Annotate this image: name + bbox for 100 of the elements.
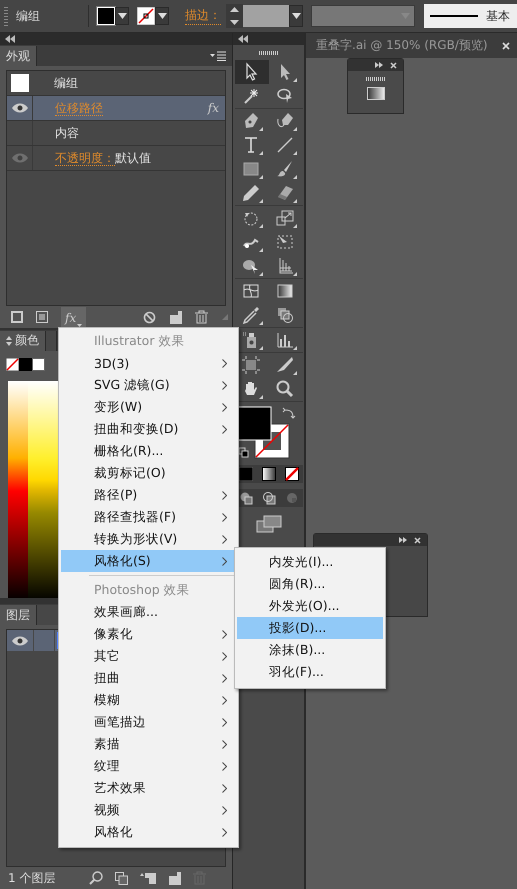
menu-item[interactable]: 扭曲: [61, 667, 238, 689]
close-icon[interactable]: [390, 62, 397, 68]
menu-item[interactable]: 模糊: [61, 689, 238, 711]
menu-item[interactable]: 扭曲和变换(D): [61, 418, 238, 440]
menu-item[interactable]: 转换为形状(V): [61, 528, 238, 550]
menu-item[interactable]: 素描: [61, 733, 238, 755]
menu-item[interactable]: 风格化: [61, 821, 238, 843]
chevron-icon: [222, 534, 227, 544]
line-icon: [430, 14, 478, 18]
color-mode-icon[interactable]: [238, 467, 252, 481]
stepper-icon[interactable]: [226, 4, 243, 28]
menu-item[interactable]: 其它: [61, 645, 238, 667]
fill-dropdown[interactable]: [115, 7, 129, 25]
chevron-icon: [222, 806, 227, 814]
appearance-tab[interactable]: 外观: [0, 46, 37, 66]
document-tab[interactable]: 重叠字.ai @ 150% (RGB/预览): [306, 33, 517, 58]
profile-dropdown[interactable]: [311, 5, 415, 27]
weight-dropdown[interactable]: [289, 5, 303, 27]
new-layer-icon[interactable]: [168, 872, 181, 884]
collapse-icon[interactable]: [238, 35, 248, 43]
chevron-icon: [222, 424, 227, 434]
expand-icon[interactable]: [375, 62, 383, 68]
menu-item[interactable]: 羽化(F)...: [237, 661, 383, 683]
menu-item[interactable]: 像素化: [61, 623, 238, 645]
appearance-label: 编组: [54, 74, 78, 92]
menu-item[interactable]: 外发光(O)...: [237, 595, 383, 617]
screen-mode-icon[interactable]: [256, 515, 282, 533]
add-stroke-icon[interactable]: [11, 311, 23, 323]
caret-icon: [158, 13, 166, 19]
chevron-icon: [222, 358, 227, 368]
menu-item[interactable]: 涂抹(B)...: [237, 639, 383, 661]
chevron-icon: [222, 630, 227, 638]
color-tab[interactable]: 颜色: [0, 330, 46, 351]
close-icon[interactable]: [502, 42, 510, 50]
menu-item[interactable]: 艺术效果: [61, 777, 238, 799]
gradient-icon[interactable]: [366, 87, 384, 100]
swatch-icons[interactable]: [6, 358, 46, 371]
menu-item[interactable]: 圆角(R)...: [237, 573, 383, 595]
stroke-dropdown[interactable]: [155, 7, 169, 25]
clear-icon[interactable]: [143, 310, 156, 324]
close-icon[interactable]: [414, 536, 421, 544]
chevron-icon: [222, 784, 227, 792]
search-icon[interactable]: [89, 871, 103, 885]
draw-normal-icon[interactable]: [238, 491, 252, 505]
menu-section-header: Photoshop 效果: [93, 581, 191, 599]
menu-item[interactable]: 视频: [61, 799, 238, 821]
chevron-icon: [222, 740, 227, 748]
panel-menu-icon[interactable]: [210, 51, 226, 61]
menu-item[interactable]: SVG 滤镜(G): [61, 374, 238, 396]
appearance-label: 内容: [55, 124, 79, 142]
caret-icon: [118, 13, 126, 19]
chevron-icon: [222, 402, 227, 412]
expand-icon[interactable]: [399, 537, 407, 543]
menu-section-header: Illustrator 效果: [93, 332, 186, 350]
duplicate-icon[interactable]: [169, 310, 182, 324]
chevron-icon: [222, 512, 227, 522]
layers-tab[interactable]: 图层: [0, 605, 37, 625]
menu-item[interactable]: 路径查找器(F): [61, 506, 238, 528]
grip-icon: [258, 50, 278, 54]
menu-item[interactable]: 栅格化(R)...: [61, 440, 238, 462]
color-spectrum[interactable]: [8, 380, 58, 598]
chevron-icon: [222, 762, 227, 770]
caret-icon: [292, 13, 300, 19]
stroke-style-dropdown[interactable]: 基本: [424, 4, 517, 28]
menu-item[interactable]: 效果画廊...: [61, 601, 238, 623]
new-sublayer-icon[interactable]: [140, 872, 156, 884]
gradient-mode-icon[interactable]: [262, 467, 276, 481]
selection-tool-icon[interactable]: [234, 60, 268, 84]
menu-item[interactable]: 纹理: [61, 755, 238, 777]
clip-mask-icon[interactable]: [115, 872, 128, 884]
layer-count: 1 个图层: [8, 870, 56, 886]
opacity-value: 默认值: [115, 150, 151, 166]
menu-item[interactable]: 投影(D)...: [237, 617, 383, 639]
fx-button[interactable]: fx: [61, 307, 86, 327]
add-fill-icon[interactable]: [36, 311, 48, 323]
chevron-icon: [222, 652, 227, 660]
none-mode-icon[interactable]: [284, 467, 298, 481]
appearance-row[interactable]: 位移路径 fx: [7, 96, 225, 121]
appearance-row[interactable]: 内容: [7, 121, 225, 146]
updown-icon: [6, 336, 12, 346]
menu-item[interactable]: 画笔描边: [61, 711, 238, 733]
menu-item[interactable]: 路径(P): [61, 484, 238, 506]
eye-icon[interactable]: [12, 636, 28, 646]
menu-item[interactable]: 裁剪标记(O): [61, 462, 238, 484]
resize-grip-icon[interactable]: [221, 313, 229, 321]
eye-icon[interactable]: [12, 103, 28, 113]
fill-swatch[interactable]: [97, 7, 115, 25]
chevron-icon: [222, 828, 227, 836]
draw-behind-icon[interactable]: [262, 491, 276, 505]
stroke-none-swatch[interactable]: [137, 7, 155, 25]
menu-item[interactable]: 3D(3): [61, 352, 238, 374]
collapse-icon[interactable]: [5, 35, 15, 43]
chevron-icon: [222, 556, 227, 566]
grip-icon: [366, 77, 386, 81]
thumbnail-icon: [10, 74, 28, 92]
menu-item[interactable]: 内发光(I)...: [237, 551, 383, 573]
menu-item[interactable]: 变形(W): [61, 396, 238, 418]
chevron-icon: [222, 718, 227, 726]
stroke-label[interactable]: 描边：: [185, 7, 221, 25]
stroke-weight-field[interactable]: [243, 5, 289, 27]
